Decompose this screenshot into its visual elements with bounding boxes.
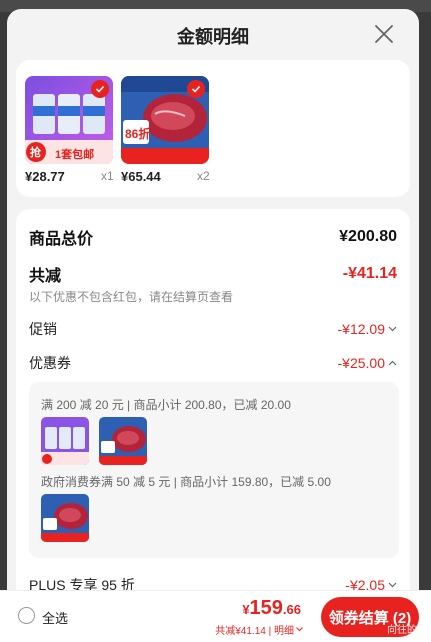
product-item[interactable]: 抢 1套包邮 ¥28.77 x1 [25, 76, 114, 184]
coupon-product-thumb-beef [99, 417, 147, 465]
chevron-up-icon [388, 360, 397, 366]
chevron-down-icon [388, 326, 397, 332]
price-integer: 159 [249, 597, 283, 619]
coupon-row[interactable]: 优惠券 -¥25.00 [29, 353, 397, 373]
discount-tag: 86折 [125, 127, 151, 141]
coupon-product-thumb-tissue [41, 417, 89, 465]
selected-check-icon [187, 80, 205, 98]
product-qty: x2 [197, 169, 210, 183]
promo-label: 促销 [29, 321, 57, 337]
detail-toggle[interactable]: 共减¥41.14 | 明细 [215, 622, 303, 637]
reduce-note: 以下优惠不包含红包，请在结算页查看 [29, 290, 234, 304]
select-all-radio[interactable] [18, 607, 35, 624]
chevron-down-icon [388, 582, 397, 588]
price-decimal: .66 [282, 602, 301, 617]
promo-value-wrap[interactable]: -¥12.09 [338, 321, 397, 337]
total-payable: ¥159.66 [242, 597, 301, 620]
amount-detail-sheet: 金额明细 抢 1套包邮 ¥28.77 x1 86折 ¥65.44 x2 商品总价… [7, 9, 419, 642]
price-symbol: ¥ [242, 602, 250, 617]
reduce-label: 共减 [29, 268, 62, 285]
total-row: 商品总价 ¥200.80 [29, 225, 397, 249]
products-card: 抢 1套包邮 ¥28.77 x1 86折 ¥65.44 x2 [16, 60, 410, 197]
coupon-label: 优惠券 [29, 355, 71, 371]
promo-corner-label: 抢 [30, 147, 41, 159]
chevron-down-icon [296, 627, 303, 632]
product-price: ¥65.44 [121, 169, 161, 184]
product-item[interactable]: 86折 ¥65.44 x2 [121, 76, 210, 184]
watermark-text: 向往的生 [387, 625, 427, 636]
product-price: ¥28.77 [25, 169, 65, 184]
product-qty: x1 [101, 169, 114, 183]
promo-row[interactable]: 促销 -¥12.09 [29, 319, 397, 339]
coupon-detail-box: 满 200 减 20 元 | 商品小计 200.80，已减 20.00 政府消费… [29, 382, 399, 558]
reduce-value: -¥41.14 [342, 265, 397, 282]
total-label: 商品总价 [29, 231, 94, 248]
selected-check-icon [91, 80, 109, 98]
coupon-value-wrap[interactable]: -¥25.00 [338, 355, 397, 371]
reduce-row: 共减 -¥41.14 [29, 262, 397, 286]
checkout-bar: 全选 ¥159.66 共减¥41.14 | 明细 领券结算 (2) 向往的生 [0, 590, 431, 642]
detail-toggle-text: 共减¥41.14 | 明细 [215, 626, 294, 637]
coupon-line-2: 政府消费券满 50 减 5 元 | 商品小计 159.80，已减 5.00 [41, 475, 331, 489]
promo-tag: 1套包邮 [55, 149, 95, 161]
coupon-value: -¥25.00 [337, 355, 385, 371]
total-value: ¥200.80 [339, 228, 397, 245]
select-all-label[interactable]: 全选 [42, 608, 68, 627]
product-image-tissue[interactable]: 抢 1套包邮 [25, 76, 113, 164]
coupon-line-1: 满 200 减 20 元 | 商品小计 200.80，已减 20.00 [41, 398, 291, 412]
close-icon[interactable] [373, 23, 395, 45]
amount-detail-card: 商品总价 ¥200.80 共减 -¥41.14 以下优惠不包含红包，请在结算页查… [16, 209, 410, 642]
product-image-beef[interactable]: 86折 [121, 76, 209, 164]
coupon-product-thumb-beef-2 [41, 494, 89, 542]
sheet-title: 金额明细 [177, 27, 249, 47]
promo-value: -¥12.09 [337, 321, 385, 337]
